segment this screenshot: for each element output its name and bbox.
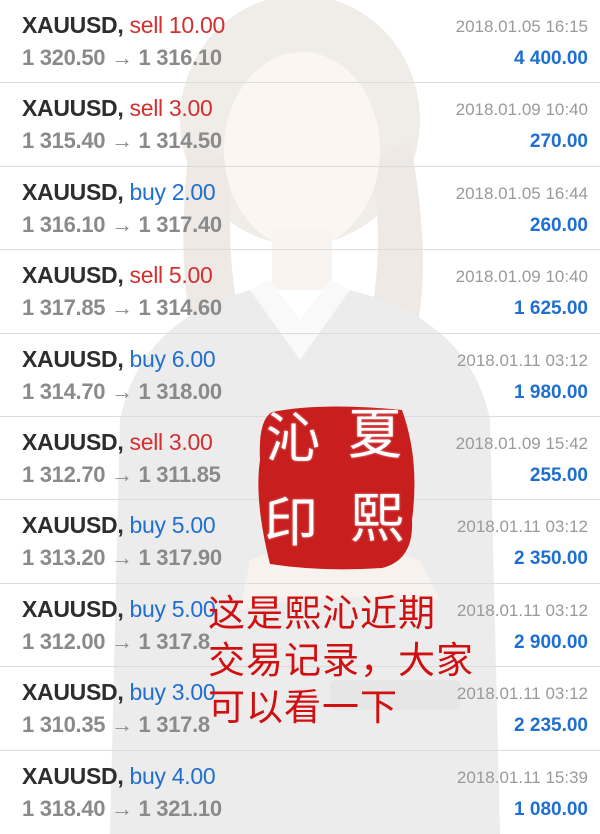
overlay-line-2: 交易记录，大家	[208, 639, 474, 682]
trade-prices: 1 312.70 → 1 311.85	[22, 461, 221, 487]
trade-profit: 1 625.00	[514, 298, 588, 320]
trade-prices: 1 315.40 → 1 314.50	[22, 128, 222, 154]
trade-title: XAUUSD, buy 6.00	[22, 345, 216, 373]
overlay-caption: 这是熙沁近期 交易记录，大家 可以看一下	[208, 590, 538, 731]
trade-prices: 1 313.20 → 1 317.90	[22, 545, 222, 571]
trade-profit: 4 400.00	[514, 48, 588, 69]
overlay-line-3: 可以看一下	[208, 686, 398, 729]
trade-row[interactable]: XAUUSD, buy 2.00 1 316.10 → 1 317.40 2018.…	[0, 167, 600, 251]
trade-direction: buy 5.00	[129, 512, 216, 539]
trade-profit: 260.00	[529, 214, 588, 236]
seal-char-3: 印	[264, 491, 318, 554]
trade-prices: 1 314.70 → 1 318.00	[22, 378, 222, 404]
red-seal-stamp: 沁 夏 印 熙	[252, 400, 422, 572]
trade-prices: 1 318.40 → 1 321.10	[22, 795, 222, 821]
trade-title: XAUUSD, sell 3.00	[22, 428, 213, 456]
trade-title: XAUUSD, buy 5.00	[22, 512, 216, 539]
trade-direction: buy 6.00	[129, 345, 216, 372]
trade-symbol: XAUUSD,	[22, 428, 124, 455]
trade-date: 2018.01.09 15:42	[455, 433, 588, 453]
trade-prices: 1 317.85 → 1 314.60	[22, 295, 222, 321]
trade-symbol: XAUUSD,	[22, 345, 124, 372]
trade-symbol: XAUUSD,	[22, 595, 124, 622]
trade-row[interactable]: XAUUSD, buy 4.00 1 318.40 → 1 321.10 2018.…	[0, 751, 600, 834]
trade-prices: 1 312.00 → 1 317.8	[22, 628, 210, 654]
trade-symbol: XAUUSD,	[22, 12, 124, 38]
trade-title: XAUUSD, buy 2.00	[22, 178, 216, 206]
trade-direction: buy 4.00	[129, 762, 216, 789]
seal-char-1: 沁	[266, 407, 320, 470]
trade-date: 2018.01.09 10:40	[455, 267, 588, 287]
trade-symbol: XAUUSD,	[22, 679, 124, 706]
trade-direction: buy 5.00	[129, 595, 216, 622]
trade-row[interactable]: XAUUSD, sell 3.00 1 315.40 → 1 314.50 2018…	[0, 83, 600, 167]
overlay-line-1: 这是熙沁近期	[208, 592, 436, 635]
trade-symbol: XAUUSD,	[22, 95, 124, 122]
trade-profit: 1 980.00	[514, 381, 588, 403]
trade-direction: sell 3.00	[129, 95, 213, 122]
trade-direction: sell 10.00	[129, 12, 226, 38]
trade-direction: sell 3.00	[129, 428, 213, 455]
trade-prices: 1 310.35 → 1 317.8	[22, 712, 210, 738]
trade-title: XAUUSD, buy 4.00	[22, 762, 216, 790]
trade-date: 2018.01.11 03:12	[456, 517, 588, 537]
trade-symbol: XAUUSD,	[22, 762, 124, 789]
trade-symbol: XAUUSD,	[22, 512, 124, 539]
trade-prices: 1 320.50 → 1 316.10	[22, 45, 222, 70]
trade-row[interactable]: XAUUSD, sell 5.00 1 317.85 → 1 314.60 2018…	[0, 250, 600, 334]
trade-title: XAUUSD, sell 5.00	[22, 262, 213, 289]
trade-date: 2018.01.09 10:40	[455, 100, 588, 120]
trade-direction: buy 3.00	[129, 679, 216, 706]
trade-title: XAUUSD, buy 3.00	[22, 679, 216, 706]
seal-char-2: 夏	[348, 403, 402, 466]
trade-profit: 255.00	[529, 464, 588, 486]
trade-date: 2018.01.05 16:44	[455, 183, 588, 203]
trade-symbol: XAUUSD,	[22, 262, 124, 289]
trade-row[interactable]: XAUUSD, sell 10.00 1 320.50 → 1 316.10 201…	[0, 0, 600, 84]
trade-title: XAUUSD, sell 3.00	[22, 95, 213, 122]
trade-title: XAUUSD, buy 5.00	[22, 595, 216, 623]
trade-symbol: XAUUSD,	[22, 178, 124, 205]
trade-date: 2018.01.05 16:15	[455, 17, 588, 36]
trade-date: 2018.01.11 15:39	[456, 767, 588, 787]
trade-direction: sell 5.00	[129, 262, 213, 289]
trade-profit: 1 080.00	[514, 798, 588, 820]
trade-title: XAUUSD, sell 10.00	[22, 12, 225, 39]
trade-profit: 2 350.00	[514, 548, 588, 570]
trade-prices: 1 316.10 → 1 317.40	[22, 211, 222, 237]
trade-direction: buy 2.00	[129, 178, 216, 205]
seal-char-4: 熙	[350, 487, 404, 550]
trade-date: 2018.01.11 03:12	[456, 350, 588, 370]
trade-profit: 270.00	[529, 131, 588, 153]
